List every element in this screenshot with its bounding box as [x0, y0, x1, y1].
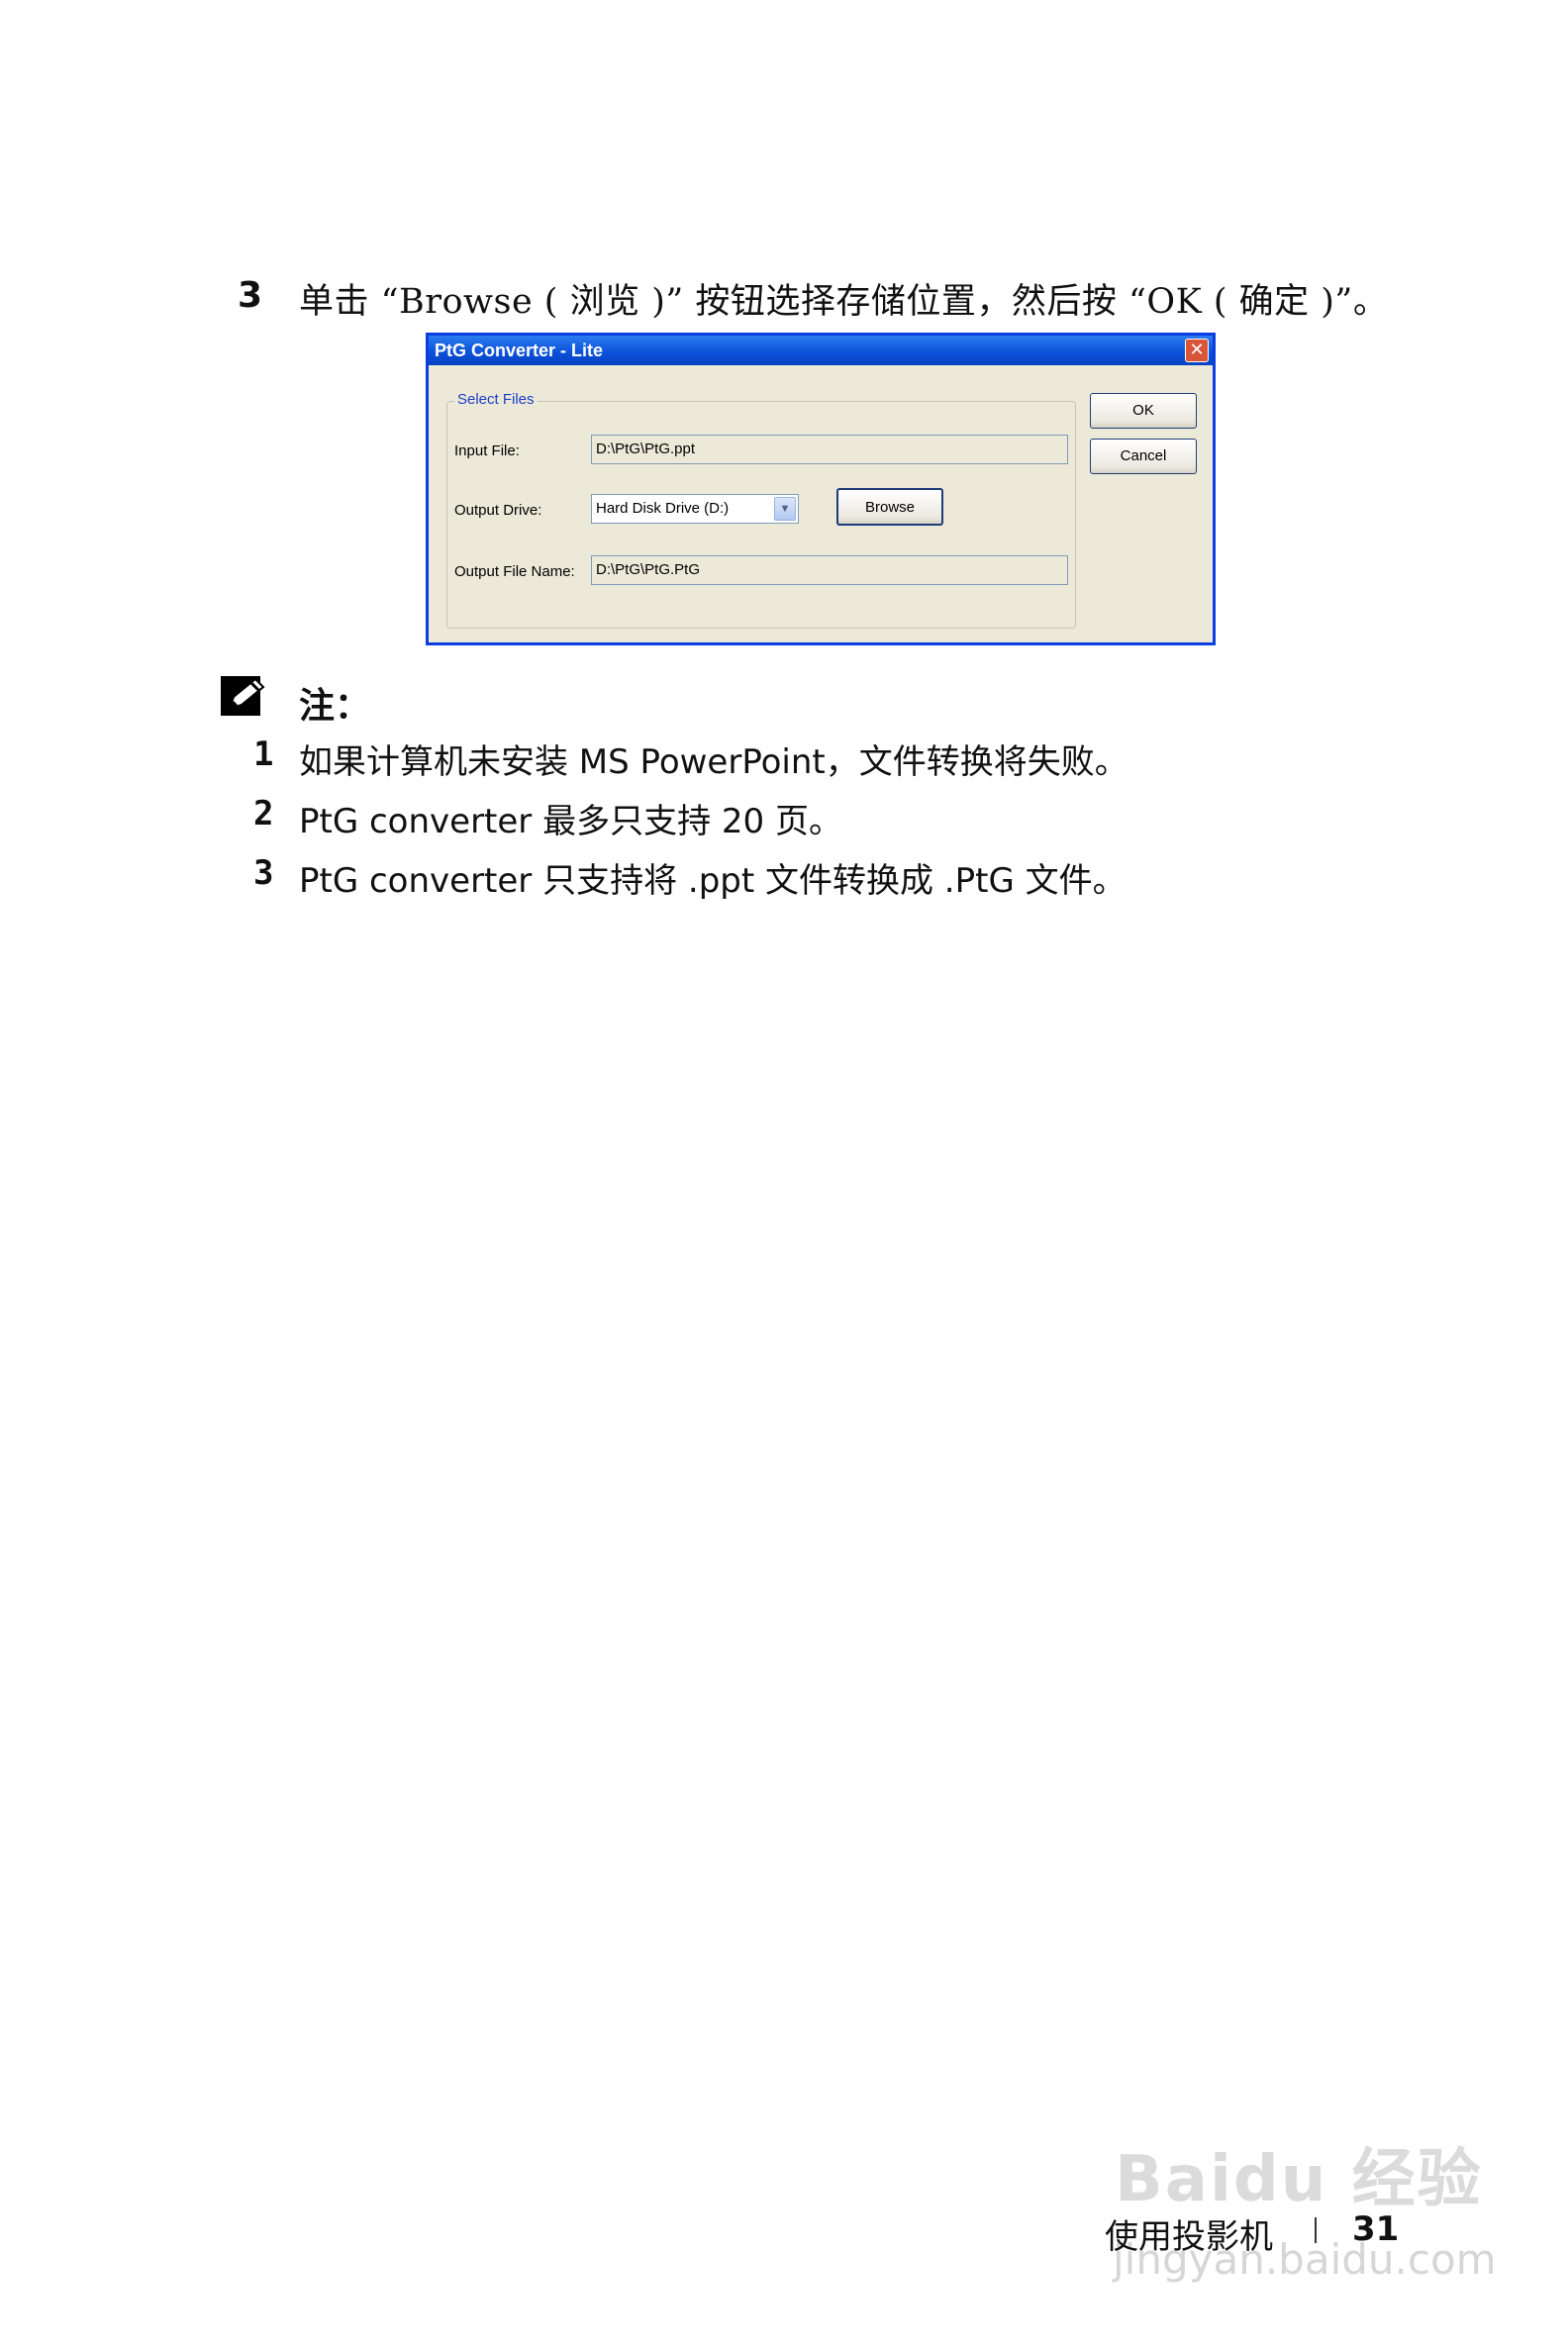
- close-button[interactable]: ✕: [1185, 339, 1209, 362]
- output-drive-select[interactable]: Hard Disk Drive (D:) ▼: [591, 494, 799, 524]
- watermark-logo: Baidu 经验: [1115, 2143, 1483, 2216]
- ok-button[interactable]: OK: [1090, 393, 1197, 429]
- note-item-text: PtG converter 最多只支持 20 页。: [299, 802, 842, 841]
- browse-button[interactable]: Browse: [836, 488, 943, 526]
- pencil-note-icon: [220, 675, 269, 719]
- note-item-number: 2: [253, 794, 274, 833]
- chevron-down-icon[interactable]: ▼: [774, 497, 796, 521]
- note-item-number: 3: [253, 853, 274, 893]
- output-file-name-label: Output File Name:: [454, 563, 575, 580]
- note-item-text: PtG converter 只支持将 .ppt 文件转换成 .PtG 文件。: [299, 861, 1127, 901]
- note-title: 注：: [299, 686, 371, 727]
- note-item-text: 如果计算机未安装 MS PowerPoint，文件转换将失败。: [299, 742, 1128, 782]
- cancel-button[interactable]: Cancel: [1090, 439, 1197, 474]
- note-item-number: 1: [253, 735, 274, 774]
- input-file-field[interactable]: D:\PtG\PtG.ppt: [591, 435, 1068, 464]
- output-file-name-field[interactable]: D:\PtG\PtG.PtG: [591, 555, 1068, 585]
- output-drive-value: Hard Disk Drive (D:): [596, 500, 730, 517]
- output-drive-label: Output Drive:: [454, 502, 542, 519]
- dialog-title: PtG Converter - Lite: [429, 336, 1213, 365]
- footer-section-label: 使用投影机: [1105, 2217, 1273, 2257]
- footer-separator: [1315, 2217, 1317, 2243]
- ptg-converter-dialog: PtG Converter - Lite ✕ Select Files Inpu…: [426, 333, 1216, 645]
- step-number: 3: [238, 275, 263, 316]
- input-file-label: Input File:: [454, 442, 520, 459]
- page-number: 31: [1352, 2209, 1400, 2249]
- step-instruction: 单击 “Browse ( 浏览 )” 按钮选择存储位置，然后按 “OK ( 确定…: [299, 282, 1389, 322]
- group-title: Select Files: [454, 391, 538, 408]
